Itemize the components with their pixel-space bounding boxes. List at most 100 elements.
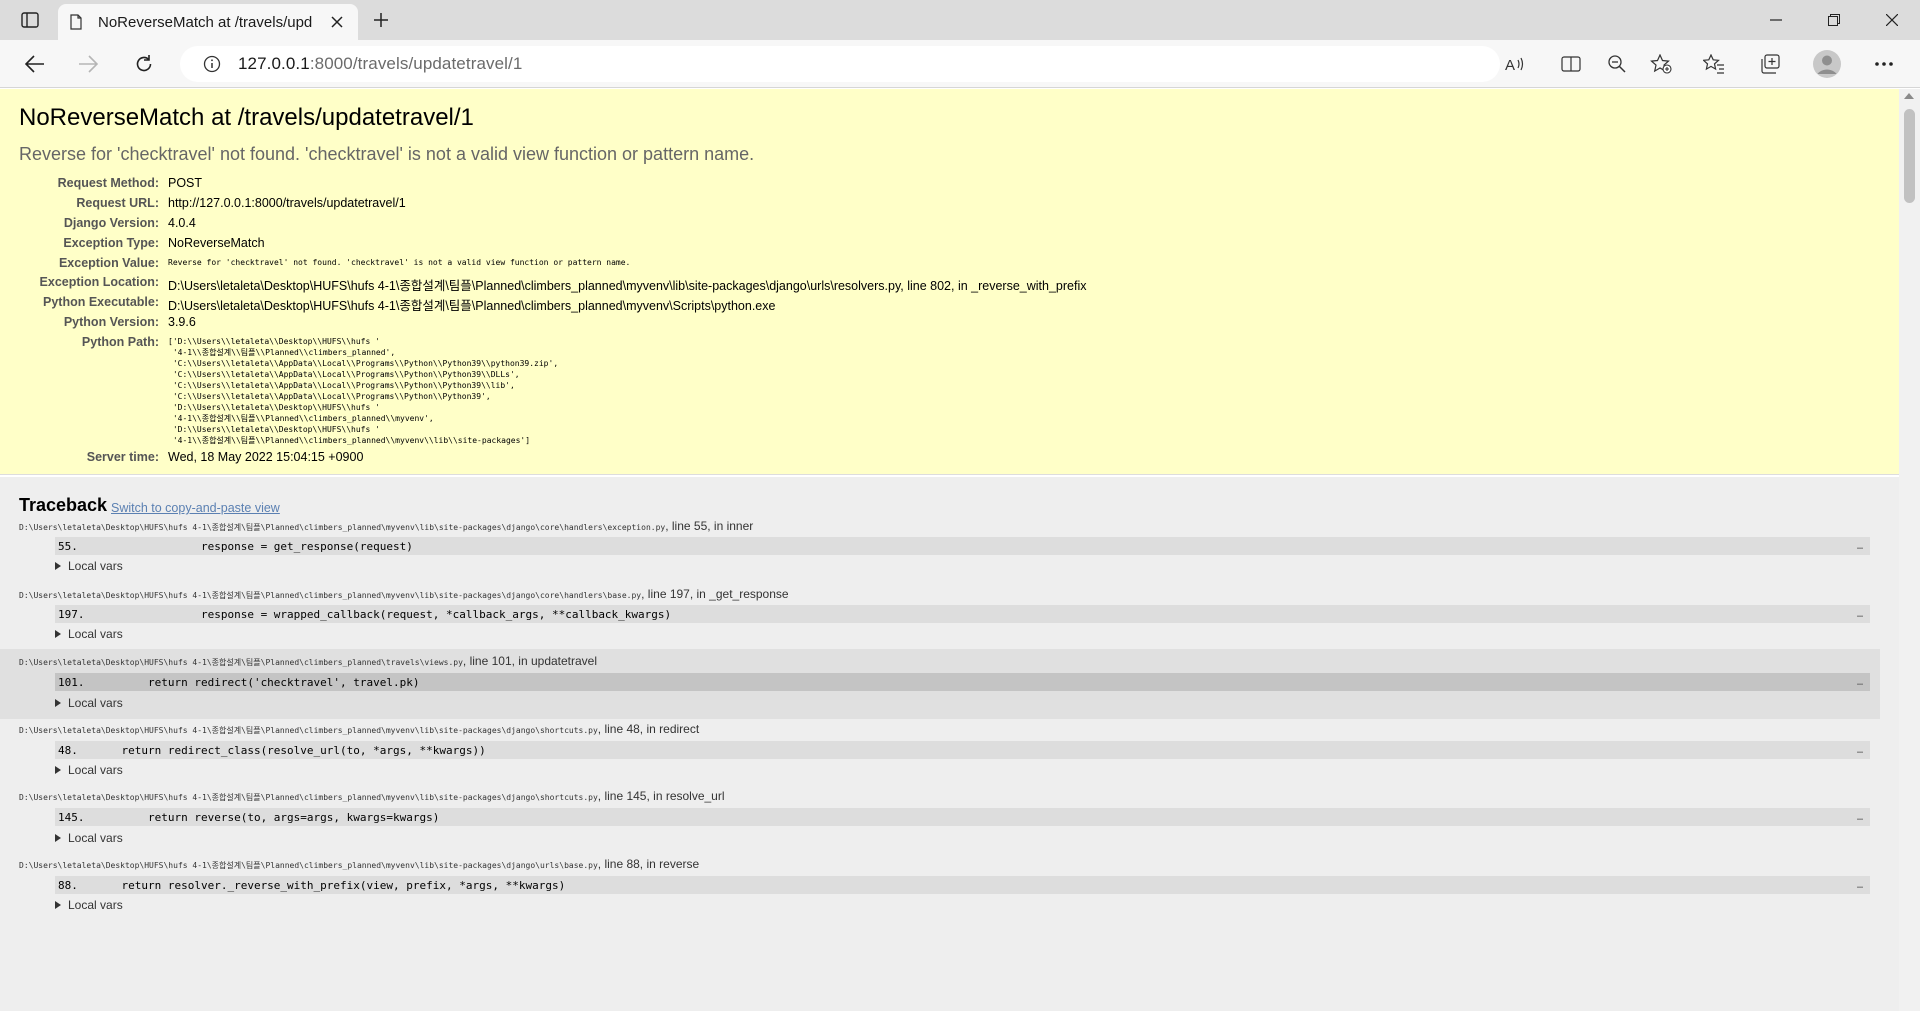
expand-context-icon[interactable]: … xyxy=(1850,745,1870,756)
meta-row: Python Path: ['D:\\Users\\letaleta\\Desk… xyxy=(0,335,1400,450)
frame-location: D:\Users\letaleta\Desktop\HUFS\hufs 4-1\… xyxy=(19,654,598,668)
close-tab-icon[interactable] xyxy=(326,11,348,33)
meta-value: http://127.0.0.1:8000/travels/updatetrav… xyxy=(168,196,406,210)
page-icon xyxy=(68,14,84,30)
meta-value: 3.9.6 xyxy=(168,315,196,329)
browser-toolbar: 127.0.0.1:8000/travels/updatetravel/1 A xyxy=(0,40,1920,88)
address-bar[interactable]: 127.0.0.1:8000/travels/updatetravel/1 A xyxy=(180,46,1672,82)
local-vars-toggle[interactable]: Local vars xyxy=(55,627,123,641)
error-explanation: Reverse for 'checktravel' not found. 'ch… xyxy=(19,144,755,164)
frame-location: D:\Users\letaleta\Desktop\HUFS\hufs 4-1\… xyxy=(19,789,725,803)
traceback-frame: D:\Users\letaleta\Desktop\HUFS\hufs 4-1\… xyxy=(0,855,1880,923)
tab-actions-button[interactable] xyxy=(14,8,46,32)
meta-value: Wed, 18 May 2022 15:04:15 +0900 xyxy=(168,450,364,464)
tab-title: NoReverseMatch at /travels/upd xyxy=(98,13,313,31)
traceback-frame: D:\Users\letaleta\Desktop\HUFS\hufs 4-1\… xyxy=(0,515,1880,581)
local-vars-toggle[interactable]: Local vars xyxy=(55,559,123,573)
meta-row: Exception Type: NoReverseMatch xyxy=(0,236,1400,256)
expand-context-icon[interactable]: … xyxy=(1850,880,1870,891)
scrollbar-thumb[interactable] xyxy=(1904,109,1915,203)
url-text: 127.0.0.1:8000/travels/updatetravel/1 xyxy=(238,54,523,73)
meta-key: Python Executable: xyxy=(43,295,159,309)
vertical-scrollbar[interactable] xyxy=(1899,89,1920,1011)
expand-context-icon[interactable]: … xyxy=(1850,609,1870,620)
meta-row: Request Method: POST xyxy=(0,176,1400,196)
local-vars-toggle[interactable]: Local vars xyxy=(55,696,123,710)
code-text: return reverse(to, args=args, kwargs=kwa… xyxy=(95,810,440,824)
code-text: response = wrapped_callback(request, *ca… xyxy=(95,607,672,621)
immersive-reader-icon[interactable] xyxy=(1556,52,1586,76)
local-vars-toggle[interactable]: Local vars xyxy=(55,763,123,777)
meta-row: Python Executable: D:\Users\letaleta\Des… xyxy=(0,295,1400,315)
error-summary: NoReverseMatch at /travels/updatetravel/… xyxy=(0,89,1899,475)
meta-value: Reverse for 'checktravel' not found. 'ch… xyxy=(168,258,631,267)
expand-context-icon[interactable]: … xyxy=(1850,677,1870,688)
meta-key: Python Version: xyxy=(63,315,159,329)
zoom-out-icon[interactable] xyxy=(1602,52,1632,76)
meta-value: ['D:\\Users\\letaleta\\Desktop\\HUFS\\hu… xyxy=(168,337,559,445)
meta-row: Exception Location: D:\Users\letaleta\De… xyxy=(0,275,1400,295)
meta-value: D:\Users\letaleta\Desktop\HUFS\hufs 4-1\… xyxy=(168,299,776,313)
request-meta-table: Request Method: POST Request URL: http:/… xyxy=(0,176,1400,470)
expand-triangle-icon xyxy=(55,766,61,774)
meta-value: POST xyxy=(168,176,203,190)
traceback-frame: D:\Users\letaleta\Desktop\HUFS\hufs 4-1\… xyxy=(0,787,1880,855)
code-text: return resolver._reverse_with_prefix(vie… xyxy=(95,878,566,892)
scroll-up-arrow-icon[interactable] xyxy=(1904,93,1914,99)
meta-key: Exception Location: xyxy=(39,275,159,289)
frame-code-line[interactable]: 48. return redirect_class(resolve_url(to… xyxy=(55,741,1870,759)
expand-triangle-icon xyxy=(55,699,61,707)
frame-code-line[interactable]: 197. response = wrapped_callback(request… xyxy=(55,605,1870,623)
copy-paste-view-link[interactable]: Switch to copy-and-paste view xyxy=(111,501,280,515)
more-menu-icon[interactable] xyxy=(1867,48,1901,80)
expand-triangle-icon xyxy=(55,630,61,638)
meta-row: Python Version: 3.9.6 xyxy=(0,315,1400,335)
local-vars-toggle[interactable]: Local vars xyxy=(55,898,123,912)
add-favorite-icon[interactable] xyxy=(1646,52,1676,76)
error-title: NoReverseMatch at /travels/updatetravel/… xyxy=(19,104,474,131)
meta-key: Exception Type: xyxy=(63,236,159,250)
meta-value: D:\Users\letaleta\Desktop\HUFS\hufs 4-1\… xyxy=(168,279,1087,293)
code-text: return redirect('checktravel', travel.pk… xyxy=(95,675,420,689)
forward-icon[interactable] xyxy=(71,48,105,80)
minimize-icon[interactable] xyxy=(1748,0,1804,40)
tab-actions-icon xyxy=(21,12,39,28)
frame-code-line[interactable]: 88. return resolver._reverse_with_prefix… xyxy=(55,876,1870,894)
frame-code-line[interactable]: 55. response = get_response(request) … xyxy=(55,537,1870,555)
traceback-frame-user: D:\Users\letaleta\Desktop\HUFS\hufs 4-1\… xyxy=(0,649,1880,719)
new-tab-icon[interactable] xyxy=(366,6,396,34)
back-icon[interactable] xyxy=(18,48,52,80)
restore-icon[interactable] xyxy=(1806,0,1862,40)
meta-key: Server time: xyxy=(86,450,159,464)
frame-location: D:\Users\letaleta\Desktop\HUFS\hufs 4-1\… xyxy=(19,857,700,871)
meta-row: Django Version: 4.0.4 xyxy=(0,216,1400,236)
meta-value: NoReverseMatch xyxy=(168,236,265,250)
expand-context-icon[interactable]: … xyxy=(1850,812,1870,823)
line-number: 145. xyxy=(58,810,85,824)
refresh-icon[interactable] xyxy=(127,48,161,80)
traceback-section: Traceback Switch to copy-and-paste view … xyxy=(0,477,1899,1011)
close-window-icon[interactable] xyxy=(1864,0,1920,40)
meta-value: 4.0.4 xyxy=(168,216,196,230)
line-number: 101. xyxy=(58,675,85,689)
meta-key: Django Version: xyxy=(63,216,159,230)
local-vars-toggle[interactable]: Local vars xyxy=(55,831,123,845)
expand-context-icon[interactable]: … xyxy=(1850,541,1870,552)
favorites-icon[interactable] xyxy=(1697,48,1731,80)
profile-avatar-icon[interactable] xyxy=(1810,48,1844,80)
collections-icon[interactable] xyxy=(1753,48,1787,80)
expand-triangle-icon xyxy=(55,562,61,570)
frame-code-line[interactable]: 101. return redirect('checktravel', trav… xyxy=(55,673,1870,691)
meta-key: Exception Value: xyxy=(58,256,159,270)
site-info-icon[interactable] xyxy=(200,52,224,76)
frame-location: D:\Users\letaleta\Desktop\HUFS\hufs 4-1\… xyxy=(19,519,754,533)
page-viewport: NoReverseMatch at /travels/updatetravel/… xyxy=(0,89,1920,1011)
read-aloud-icon[interactable]: A xyxy=(1500,52,1530,76)
expand-triangle-icon xyxy=(55,834,61,842)
meta-row: Exception Value: Reverse for 'checktrave… xyxy=(0,256,1400,275)
code-text: response = get_response(request) xyxy=(95,539,413,553)
frame-code-line[interactable]: 145. return reverse(to, args=args, kwarg… xyxy=(55,808,1870,826)
svg-text:A: A xyxy=(1505,57,1515,73)
line-number: 48. xyxy=(58,743,78,757)
active-tab[interactable]: NoReverseMatch at /travels/upd xyxy=(58,4,358,40)
